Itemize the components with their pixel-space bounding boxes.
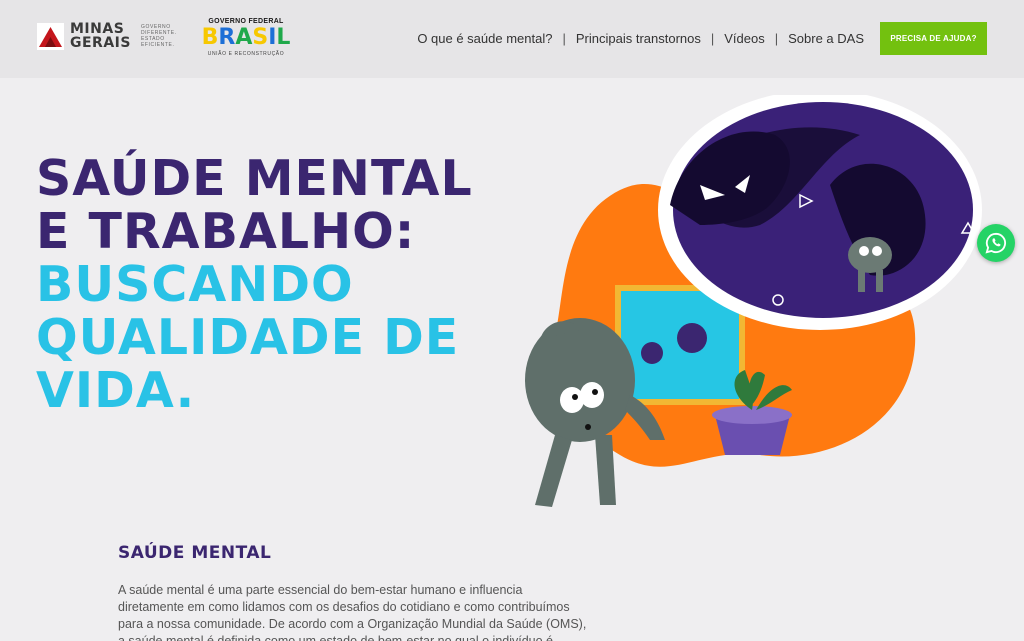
nav-separator: | — [562, 31, 566, 46]
window-small-circle-shape — [641, 342, 663, 364]
big-creature-eye-shape — [560, 387, 584, 413]
nav-separator: | — [774, 31, 779, 46]
need-help-button[interactable]: PRECISA DE AJUDA? — [880, 22, 987, 55]
big-creature-mouth-shape — [585, 424, 591, 430]
section-title: SAÚDE MENTAL — [118, 543, 272, 563]
brasil-letter: L — [276, 25, 291, 50]
small-creature-leg-shape — [876, 270, 883, 292]
small-creature-leg-shape — [858, 270, 865, 292]
brasil-letter: S — [252, 25, 269, 50]
site-header: MINAS GERAIS GOVERNO DIFERENTE. ESTADO E… — [0, 0, 1024, 78]
big-creature-pupil-shape — [572, 394, 578, 400]
federal-logo-top-text: GOVERNO FEDERAL — [208, 18, 284, 25]
big-creature-eye-shape — [580, 382, 604, 408]
brasil-letter: R — [218, 25, 236, 50]
tagline-line: EFICIENTE. — [140, 42, 175, 48]
small-creature-eye-shape — [872, 246, 882, 256]
section-paragraph: A saúde mental é uma parte essencial do … — [118, 583, 587, 641]
brasil-wordmark: B R A S I L — [201, 25, 291, 50]
hero-line-2: E TRABALHO: — [36, 203, 416, 260]
whatsapp-icon — [985, 232, 1007, 254]
nav-about-das[interactable]: Sobre a DAS — [788, 31, 864, 46]
brasil-letter: I — [268, 25, 277, 50]
small-creature-shape — [848, 237, 892, 273]
nav-main-disorders[interactable]: Principais transtornos — [576, 31, 701, 46]
big-creature-pupil-shape — [592, 389, 598, 395]
nav-what-is-mental-health[interactable]: O que é saúde mental? — [417, 31, 552, 46]
big-creature-leg-shape — [535, 435, 572, 507]
nav-separator: | — [710, 31, 715, 46]
minas-gerais-mark-icon — [37, 22, 64, 50]
main-nav: O que é saúde mental? | Principais trans… — [417, 31, 864, 46]
brasil-letter: A — [235, 25, 253, 50]
nav-videos[interactable]: Vídeos — [724, 31, 764, 46]
hero-line-3: BUSCANDO — [36, 256, 354, 313]
whatsapp-button[interactable] — [977, 224, 1015, 262]
minas-gerais-name: MINAS GERAIS — [70, 22, 131, 50]
minas-gerais-tagline: GOVERNO DIFERENTE. ESTADO EFICIENTE. — [141, 24, 177, 48]
federal-logo-bottom-text: UNIÃO E RECONSTRUÇÃO — [207, 51, 285, 57]
minas-gerais-name-line2: GERAIS — [70, 35, 131, 51]
window-circle-shape — [677, 323, 707, 353]
hero-illustration — [525, 95, 982, 507]
governo-federal-logo[interactable]: GOVERNO FEDERAL B R A S I L UNIÃO E RECO… — [201, 18, 291, 57]
hero-line-1: SAÚDE MENTAL — [36, 150, 473, 207]
minas-gerais-logo[interactable]: MINAS GERAIS GOVERNO DIFERENTE. ESTADO E… — [37, 22, 177, 50]
minas-gerais-name-line1: MINAS — [70, 21, 125, 37]
brasil-letter: B — [201, 25, 219, 50]
hero-line-5: VIDA. — [36, 362, 196, 419]
small-creature-eye-shape — [859, 246, 869, 256]
hero-line-4: QUALIDADE DE — [36, 309, 460, 366]
hero-title: SAÚDE MENTAL E TRABALHO: BUSCANDO QUALID… — [36, 152, 473, 417]
